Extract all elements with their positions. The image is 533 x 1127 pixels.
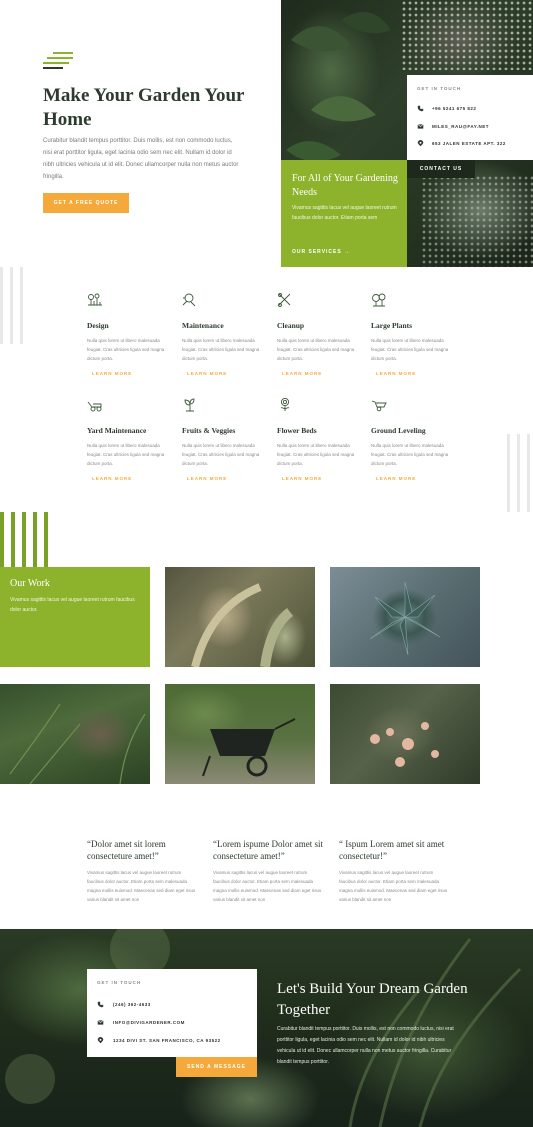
our-work-text: Vivamus sagittis lacus vel augue laoreet… [10, 597, 135, 613]
footer-text: Curabitur blandit tempus porttitor. Duis… [277, 1026, 454, 1065]
testimonial-text: Vivamus sagittis lacus vel augue laoreet… [213, 870, 322, 902]
envelope-icon [417, 123, 424, 130]
testimonial-title: “Dolor amet sit lorem consecteture amet!… [87, 839, 166, 861]
envelope-icon [97, 1019, 104, 1026]
lawn-mower-icon [87, 398, 102, 412]
service-text: Nulla quis lorem ut libero malesuada feu… [87, 338, 165, 361]
footer-phone-row: (246) 362-4633 [97, 1001, 151, 1008]
services-intro-box: For All of Your Gardening Needs Vivamus … [281, 160, 407, 267]
service-cleanup: Cleanup Nulla quis lorem ut libero males… [277, 293, 367, 376]
service-title: Fruits & Veggies [182, 426, 236, 435]
contact-card-title: GET IN TOUCH [417, 86, 462, 91]
footer-phone[interactable]: (246) 362-4633 [113, 1002, 151, 1007]
flower-icon [277, 397, 291, 412]
service-text: Nulla quis lorem ut libero malesuada feu… [371, 338, 449, 361]
contact-email-row: MILES_RAU@FAY.NET [417, 123, 489, 130]
our-work-title: Our Work [10, 578, 50, 589]
testimonial-3: “ Ispum Lorem amet sit amet consectetur!… [339, 838, 451, 904]
contact-us-button[interactable]: CONTACT US [407, 160, 475, 178]
map-pin-icon [417, 140, 424, 147]
learn-more-link[interactable]: LEARN MORE [282, 476, 322, 481]
testimonial-2: “Lorem ispume Dolor amet sit consectetur… [213, 838, 325, 904]
service-title: Design [87, 321, 109, 330]
service-large-plants: Large Plants Nulla quis lorem ut libero … [371, 293, 461, 376]
footer-card-title: GET IN TOUCH [97, 980, 142, 985]
hero-title: Make Your Garden Your Home [43, 85, 245, 130]
services-intro-text: Vivamus sagittis lacus vel augue laoreet… [292, 205, 397, 221]
sprout-icon [182, 398, 196, 412]
contact-address: 653 JALEN ESTATE APT. 322 [432, 141, 506, 146]
footer-title: Let's Build Your Dream Garden Together [277, 981, 468, 1018]
learn-more-link[interactable]: LEARN MORE [187, 371, 227, 376]
service-ground-leveling: Ground Leveling Nulla quis lorem ut libe… [371, 398, 461, 481]
contact-phone-row: +96 5241 675 822 [417, 105, 476, 112]
work-photo-cactus[interactable] [165, 567, 315, 667]
map-pin-icon [97, 1037, 104, 1044]
top-contact-card: GET IN TOUCH +96 5241 675 822 MILES_RAU@… [407, 75, 533, 160]
hero-decoration-lines [43, 52, 75, 72]
work-photo-roses[interactable] [330, 684, 480, 784]
contact-phone[interactable]: +96 5241 675 822 [432, 106, 476, 111]
footer-email-row: INFO@DIVIGARDENER.COM [97, 1019, 185, 1026]
service-title: Maintenance [182, 321, 224, 330]
service-text: Nulla quis lorem ut libero malesuada feu… [182, 338, 260, 361]
services-intro-title: For All of Your Gardening Needs [292, 173, 398, 198]
service-flower-beds: Flower Beds Nulla quis lorem ut libero m… [277, 397, 367, 481]
footer-address-row: 1234 DIVI ST. SAN FRANCISCO, CA 93522 [97, 1037, 221, 1044]
service-fruits-veggies: Fruits & Veggies Nulla quis lorem ut lib… [182, 398, 272, 481]
watering-can-icon [182, 293, 196, 307]
garden-design-icon [87, 293, 102, 307]
service-text: Nulla quis lorem ut libero malesuada feu… [277, 338, 355, 361]
learn-more-link[interactable]: LEARN MORE [92, 476, 132, 481]
work-photo-ferns[interactable] [0, 684, 150, 784]
send-message-button[interactable]: SEND A MESSAGE [176, 1057, 257, 1077]
learn-more-link[interactable]: LEARN MORE [92, 371, 132, 376]
phone-icon [417, 105, 424, 112]
service-title: Ground Leveling [371, 426, 426, 435]
hero-text: Curabitur blandit tempus porttitor. Duis… [43, 138, 239, 180]
get-quote-button[interactable]: GET A FREE QUOTE [43, 193, 129, 213]
service-text: Nulla quis lorem ut libero malesuada feu… [182, 443, 260, 466]
work-photo-wheelbarrow[interactable] [165, 684, 315, 784]
testimonial-title: “ Ispum Lorem amet sit amet consectetur!… [339, 839, 445, 861]
service-text: Nulla quis lorem ut libero malesuada feu… [87, 443, 165, 466]
service-text: Nulla quis lorem ut libero malesuada feu… [371, 443, 449, 466]
footer-email[interactable]: INFO@DIVIGARDENER.COM [113, 1020, 185, 1025]
wheelbarrow-icon [371, 398, 387, 412]
testimonial-title: “Lorem ispume Dolor amet sit consectetur… [213, 839, 323, 861]
service-yard-maintenance: Yard Maintenance Nulla quis lorem ut lib… [87, 398, 177, 481]
contact-email[interactable]: MILES_RAU@FAY.NET [432, 124, 489, 129]
testimonial-text: Vivamus sagittis lacus vel augue laoreet… [87, 870, 196, 902]
service-maintenance: Maintenance Nulla quis lorem ut libero m… [182, 293, 272, 376]
learn-more-link[interactable]: LEARN MORE [187, 476, 227, 481]
service-title: Cleanup [277, 321, 305, 330]
shears-icon [277, 293, 291, 307]
learn-more-link[interactable]: LEARN MORE [376, 476, 416, 481]
footer-contact-card: GET IN TOUCH (246) 362-4633 INFO@DIVIGAR… [87, 969, 257, 1057]
testimonial-1: “Dolor amet sit lorem consecteture amet!… [87, 838, 199, 904]
service-title: Large Plants [371, 321, 413, 330]
learn-more-link[interactable]: LEARN MORE [376, 371, 416, 376]
large-plants-icon [371, 293, 386, 307]
work-photo-succulent[interactable] [330, 567, 480, 667]
service-design: Design Nulla quis lorem ut libero malesu… [87, 293, 177, 376]
phone-icon [97, 1001, 104, 1008]
learn-more-link[interactable]: LEARN MORE [282, 371, 322, 376]
service-title: Yard Maintenance [87, 426, 147, 435]
footer-address: 1234 DIVI ST. SAN FRANCISCO, CA 93522 [113, 1038, 221, 1043]
testimonial-text: Vivamus sagittis lacus vel augue laoreet… [339, 870, 448, 902]
service-title: Flower Beds [277, 426, 317, 435]
our-services-link[interactable]: OUR SERVICES → [292, 249, 350, 255]
contact-address-row: 653 JALEN ESTATE APT. 322 [417, 140, 506, 147]
service-text: Nulla quis lorem ut libero malesuada feu… [277, 443, 355, 466]
